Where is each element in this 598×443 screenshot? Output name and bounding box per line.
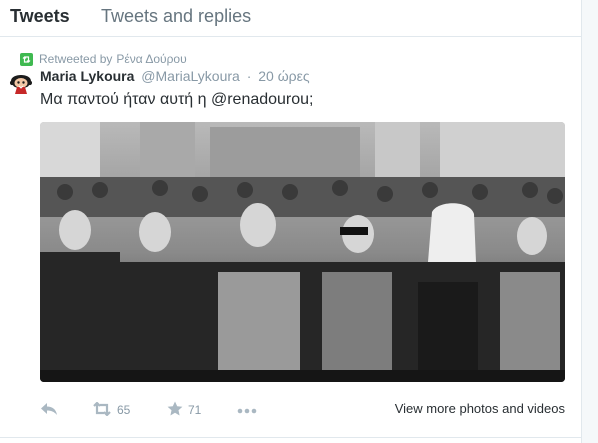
retweet-prefix: Retweeted by	[39, 52, 113, 66]
favorite-count: 71	[188, 403, 202, 417]
tab-tweets-and-replies[interactable]: Tweets and replies	[101, 6, 251, 27]
tweet-timestamp[interactable]: 20 ώρες	[258, 68, 309, 84]
avatar[interactable]	[9, 70, 33, 94]
profile-timeline: Tweets Tweets and replies Retweeted by Ρ…	[0, 0, 598, 443]
more-button[interactable]	[237, 400, 257, 420]
timeline-tabs: Tweets Tweets and replies	[0, 0, 581, 37]
side-gutter	[582, 0, 598, 443]
reply-icon	[40, 402, 58, 419]
reply-button[interactable]	[40, 400, 58, 420]
tweet-actions: 65 71 View more photos and videos	[40, 400, 565, 420]
tweet-text: Μα παντού ήταν αυτή η @renadourou;	[40, 91, 314, 108]
divider	[0, 437, 581, 438]
header-separator: ·	[246, 68, 252, 84]
author-username[interactable]: @MariaLykoura	[141, 68, 240, 84]
star-icon	[167, 401, 183, 419]
tab-tweets[interactable]: Tweets	[10, 6, 70, 27]
retweet-count: 65	[117, 403, 131, 417]
tweet-header: Maria Lykoura @MariaLykoura · 20 ώρες	[40, 68, 310, 84]
tweet-photo[interactable]	[40, 122, 565, 382]
view-more-photos-link[interactable]: View more photos and videos	[395, 401, 565, 416]
favorite-button[interactable]: 71	[167, 400, 201, 420]
retweeter-name[interactable]: Ρένα Δούρου	[116, 52, 186, 66]
retweet-icon	[92, 400, 112, 419]
retweet-context: Retweeted by Ρένα Δούρου	[20, 51, 187, 67]
retweet-button[interactable]: 65	[92, 400, 130, 420]
author-fullname[interactable]: Maria Lykoura	[40, 68, 134, 84]
more-icon	[237, 403, 257, 417]
retweet-icon	[20, 52, 33, 66]
